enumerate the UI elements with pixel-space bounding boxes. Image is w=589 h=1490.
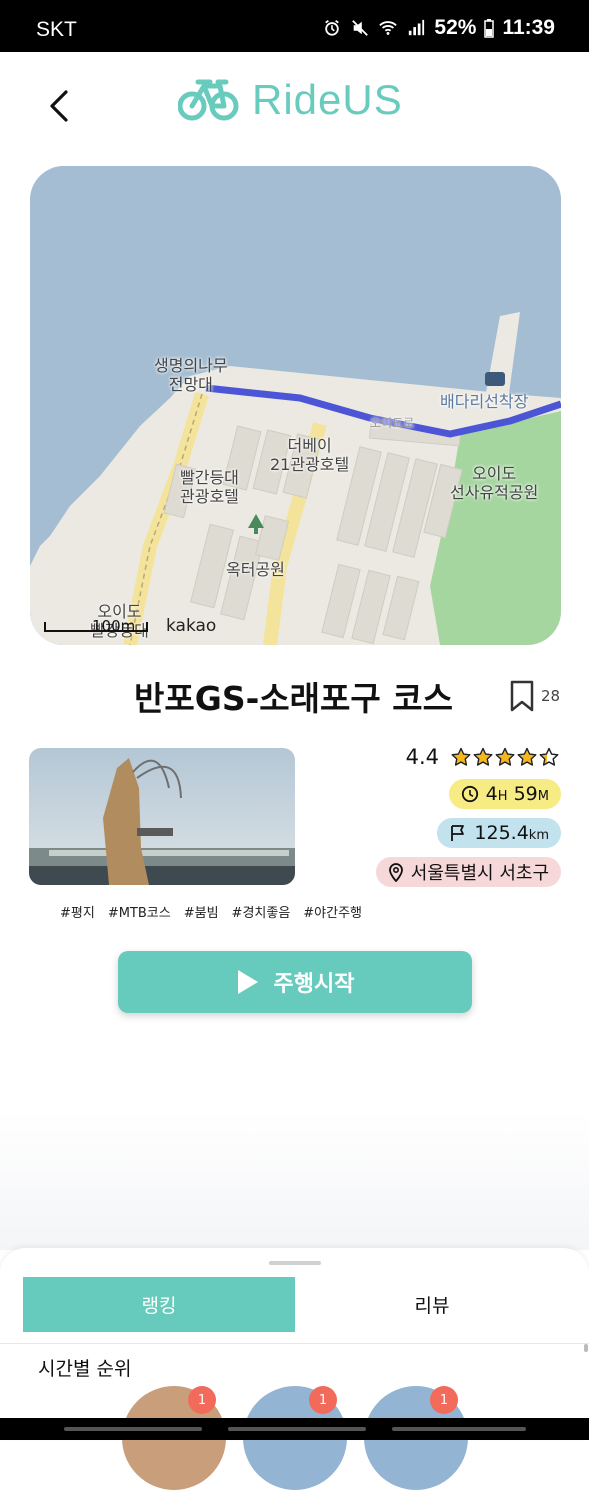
background-fade	[0, 1110, 589, 1250]
star-icon	[473, 747, 493, 766]
app-name: RideUS	[252, 76, 403, 123]
course-duration-badge: 4H 59M	[448, 779, 561, 809]
tag: #야간주행	[303, 906, 363, 921]
rating-value: 4.4	[405, 745, 439, 769]
map-label-park: 옥터공원	[226, 560, 285, 579]
start-ride-button[interactable]: 주행시작	[118, 951, 472, 1013]
bookmark-button[interactable]: 28	[509, 680, 560, 712]
flag-icon	[451, 825, 465, 841]
status-bar: SKT 52% 11:39	[0, 0, 589, 52]
course-photo	[29, 748, 295, 885]
map-label-historic-park: 오이도 선사유적공원	[450, 464, 539, 502]
course-tags: #평지 #MTB코스 #붐빔 #경치좋음 #야간주행	[60, 902, 362, 921]
bookmark-icon	[510, 680, 534, 712]
app-logo: RideUS	[178, 76, 403, 124]
map-label-observatory: 생명의나무 전망대	[154, 356, 228, 394]
rank-badge: 1	[309, 1386, 337, 1414]
location-pin-icon	[388, 863, 403, 882]
map-scale-label: 100m	[92, 617, 136, 635]
map-label-road: 오이도로	[370, 416, 415, 430]
course-distance-badge: 125.4km	[437, 818, 561, 848]
sheet-drag-handle[interactable]	[269, 1261, 321, 1265]
tag: #경치좋음	[231, 906, 291, 921]
nav-indicator	[392, 1427, 526, 1431]
map-label-hotel-1: 더베이 21관광호텔	[270, 436, 350, 474]
alarm-icon	[325, 20, 340, 36]
star-icon	[539, 747, 559, 766]
battery-percent: 52%	[434, 16, 477, 39]
scroll-indicator	[584, 1344, 588, 1352]
map-label-hotel-2: 빨간등대 관광호텔	[180, 468, 239, 506]
bookmark-count: 28	[541, 687, 561, 705]
signal-icon	[409, 19, 425, 36]
tag: #평지	[60, 906, 95, 921]
tag: #MTB코스	[107, 906, 171, 921]
section-title: 시간별 순위	[38, 1358, 132, 1380]
rank-badge: 1	[188, 1386, 216, 1414]
tag: #붐빔	[183, 906, 219, 921]
clock-icon	[461, 785, 478, 803]
wifi-icon	[379, 21, 398, 35]
battery-icon	[484, 19, 495, 38]
ranking-bottom-sheet[interactable]: 랭킹 리뷰 시간별 순위 1 1 1	[0, 1248, 589, 1490]
rating-stars	[451, 747, 559, 767]
mute-icon	[352, 20, 369, 36]
star-icon	[451, 747, 471, 766]
clock: 11:39	[502, 16, 555, 39]
rank-badge: 1	[430, 1386, 458, 1414]
star-icon	[517, 747, 537, 766]
tab-review[interactable]: 리뷰	[296, 1277, 568, 1332]
course-map[interactable]: 생명의나무 전망대 배다리선착장 더베이 21관광호텔 빨간등대 관광호텔 옥터공원 …	[30, 166, 561, 645]
play-icon	[237, 970, 258, 994]
app-header: RideUS	[0, 52, 589, 162]
star-icon	[495, 747, 515, 766]
course-location-badge: 서울특별시 서초구	[375, 857, 561, 887]
tab-divider	[0, 1343, 589, 1344]
carrier-label: SKT	[36, 18, 77, 41]
course-rating: 4.4	[406, 745, 559, 769]
system-nav-bar	[0, 1418, 589, 1440]
map-label-pier: 배다리선착장	[440, 392, 529, 411]
course-title: 반포GS-소래포구 코스	[134, 679, 453, 718]
tab-ranking[interactable]: 랭킹	[23, 1277, 295, 1332]
bicycle-logo-icon	[178, 79, 239, 121]
map-provider: kakao	[166, 616, 217, 636]
back-arrow-icon[interactable]	[44, 86, 78, 126]
nav-indicator	[228, 1427, 366, 1431]
nav-indicator	[64, 1427, 202, 1431]
